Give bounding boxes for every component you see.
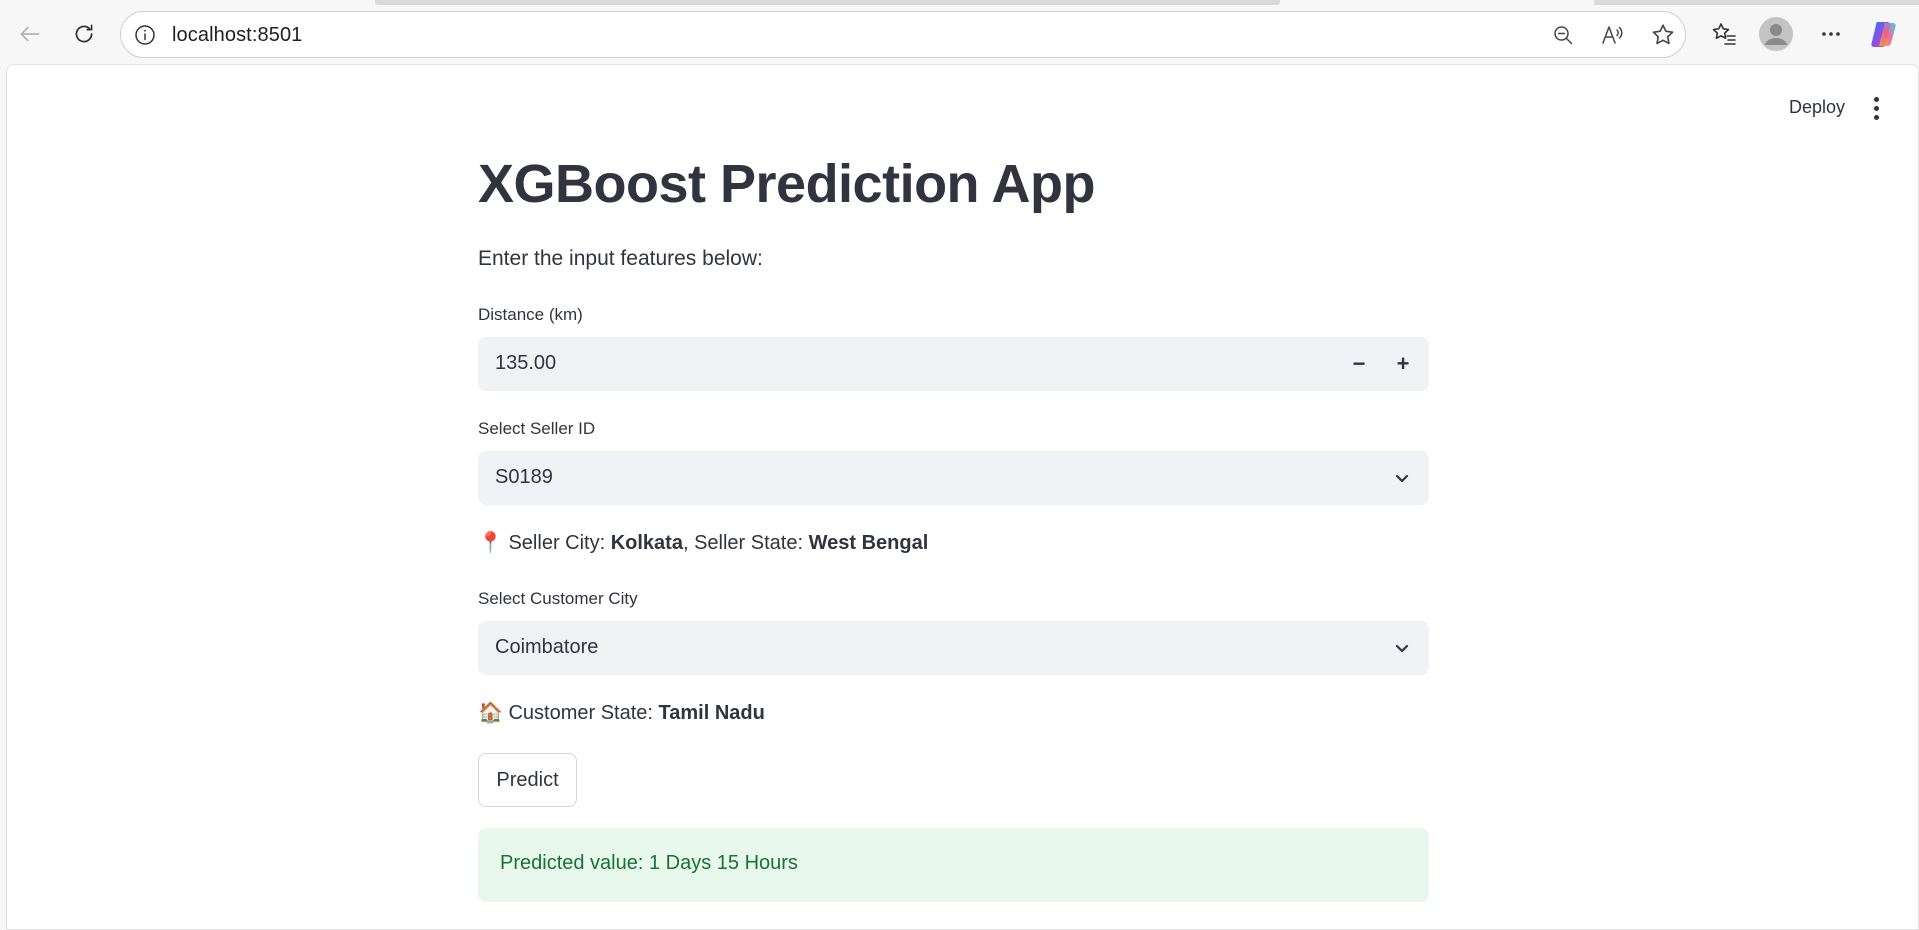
copilot-icon [1871,22,1896,47]
distance-decrement-button[interactable]: − [1337,337,1381,391]
active-tab-indicator[interactable] [375,0,1280,5]
seller-id-label: Select Seller ID [478,419,596,438]
refresh-icon [75,24,93,43]
browser-toolbar: localhost:8501 [0,6,1919,64]
page-subtitle: Enter the input features below: [478,247,763,270]
seller-id-value: S0189 [495,466,553,488]
distance-increment-button[interactable]: + [1381,337,1425,391]
back-arrow-icon [20,26,40,42]
site-info-icon[interactable] [133,23,157,47]
distance-value[interactable]: 135.00 [495,352,556,375]
profile-button[interactable] [1758,16,1794,52]
seller-city: Kolkata [610,532,683,554]
copilot-button[interactable] [1866,16,1902,52]
refresh-button[interactable] [66,16,102,52]
customer-city-value: Coimbatore [495,636,599,658]
seller-location-info: 📍 Seller City: Kolkata, Seller State: We… [478,530,928,555]
chevron-down-icon[interactable] [1393,469,1411,487]
customer-state-prefix: Customer State: [508,702,659,724]
deploy-button[interactable]: Deploy [1781,93,1853,122]
customer-city-select[interactable]: Coimbatore [478,621,1429,675]
zoom-out-icon[interactable] [1550,22,1576,48]
read-aloud-icon[interactable] [1600,22,1626,48]
distance-number-input[interactable]: 135.00 − + [478,337,1429,391]
page-title: XGBoost Prediction App [478,154,1096,214]
tab-indicator[interactable] [1594,0,1919,5]
chevron-down-icon[interactable] [1393,639,1411,657]
seller-id-select[interactable]: S0189 [478,451,1429,505]
prediction-result-alert: Predicted value: 1 Days 15 Hours [478,828,1429,902]
favorites-list-icon [1712,23,1736,45]
profile-avatar-icon [1759,17,1793,51]
predict-button[interactable]: Predict [478,753,577,807]
pin-icon: 📍 [478,532,503,554]
favorite-star-icon[interactable] [1650,22,1676,48]
seller-state: West Bengal [808,532,929,554]
back-button[interactable] [12,16,48,52]
distance-label: Distance (km) [478,305,583,324]
url-text[interactable]: localhost:8501 [172,24,302,47]
customer-state: Tamil Nadu [658,702,765,724]
address-bar[interactable]: localhost:8501 [120,11,1686,58]
seller-state-prefix: , Seller State: [682,532,809,554]
seller-city-prefix: Seller City: [508,532,611,554]
customer-city-label: Select Customer City [478,589,638,608]
customer-state-info: 🏠 Customer State: Tamil Nadu [478,700,765,725]
house-icon: 🏠 [478,702,503,724]
more-horizontal-icon [1822,32,1840,36]
main-menu-icon[interactable] [1864,93,1888,123]
app-page: Deploy XGBoost Prediction App Enter the … [6,64,1919,930]
settings-more-button[interactable] [1813,16,1849,52]
favorites-button[interactable] [1706,16,1742,52]
prediction-result-text: Predicted value: 1 Days 15 Hours [500,852,798,874]
